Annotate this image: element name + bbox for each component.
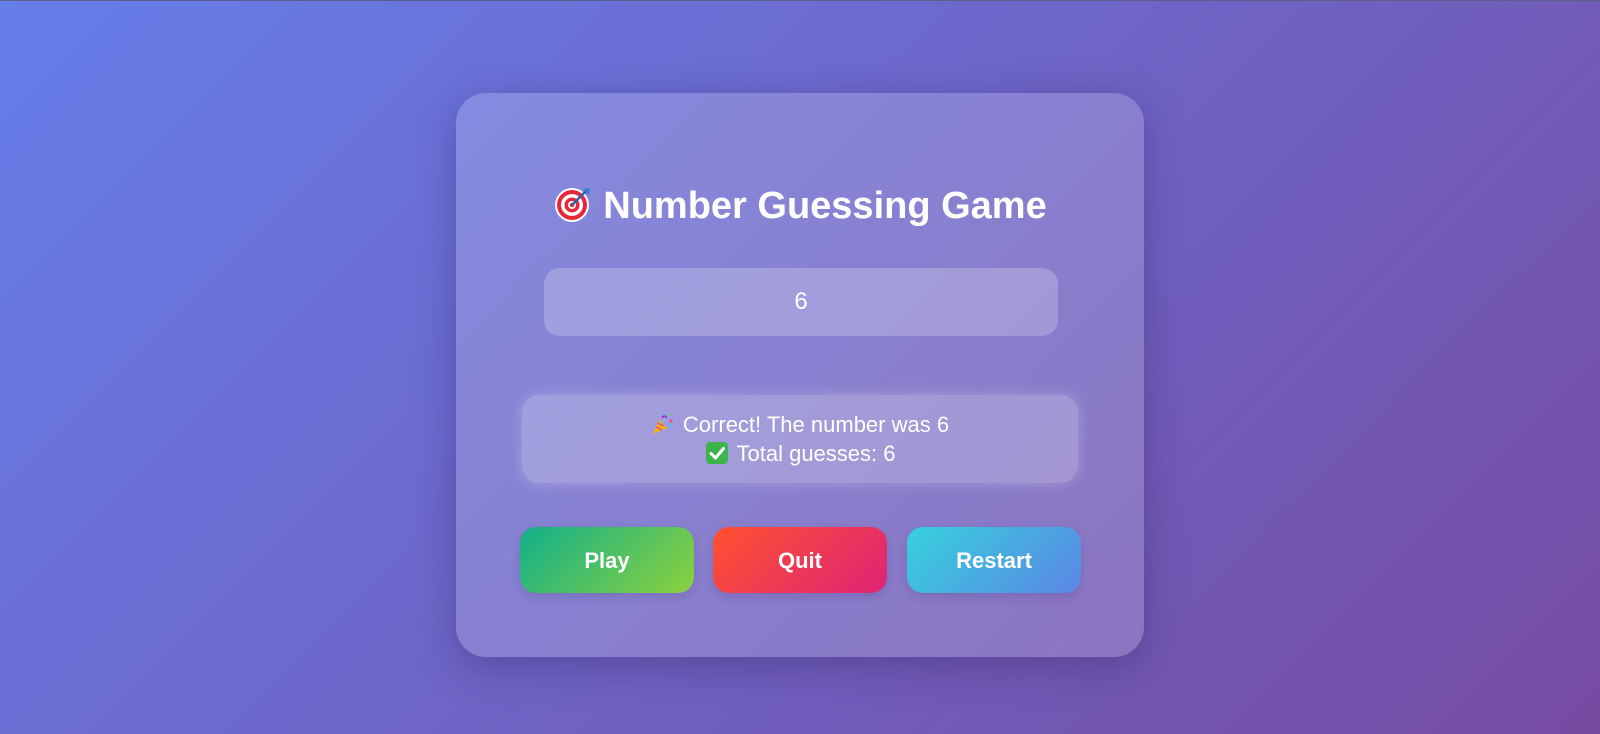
guess-count-line: Total guesses: 6 <box>522 439 1078 468</box>
result-text: Correct! The number was 6 <box>682 412 950 437</box>
page-title-row: Number Guessing Game <box>456 181 1144 231</box>
window-top-border <box>0 0 1600 1</box>
result-message: Correct! The number was 6 Total guesses:… <box>522 395 1078 483</box>
quit-button[interactable]: Quit <box>713 527 887 593</box>
play-button[interactable]: Play <box>520 527 694 593</box>
game-card: Number Guessing Game Correct! The number… <box>456 93 1144 657</box>
party-popper-icon <box>652 413 673 434</box>
check-mark-icon <box>705 442 728 464</box>
result-line: Correct! The number was 6 <box>522 410 1078 439</box>
target-icon <box>555 188 591 222</box>
restart-button[interactable]: Restart <box>907 527 1081 593</box>
guess-count-text: Total guesses: 6 <box>736 441 896 466</box>
page-title: Number Guessing Game <box>603 185 1047 227</box>
guess-input[interactable] <box>544 268 1058 336</box>
